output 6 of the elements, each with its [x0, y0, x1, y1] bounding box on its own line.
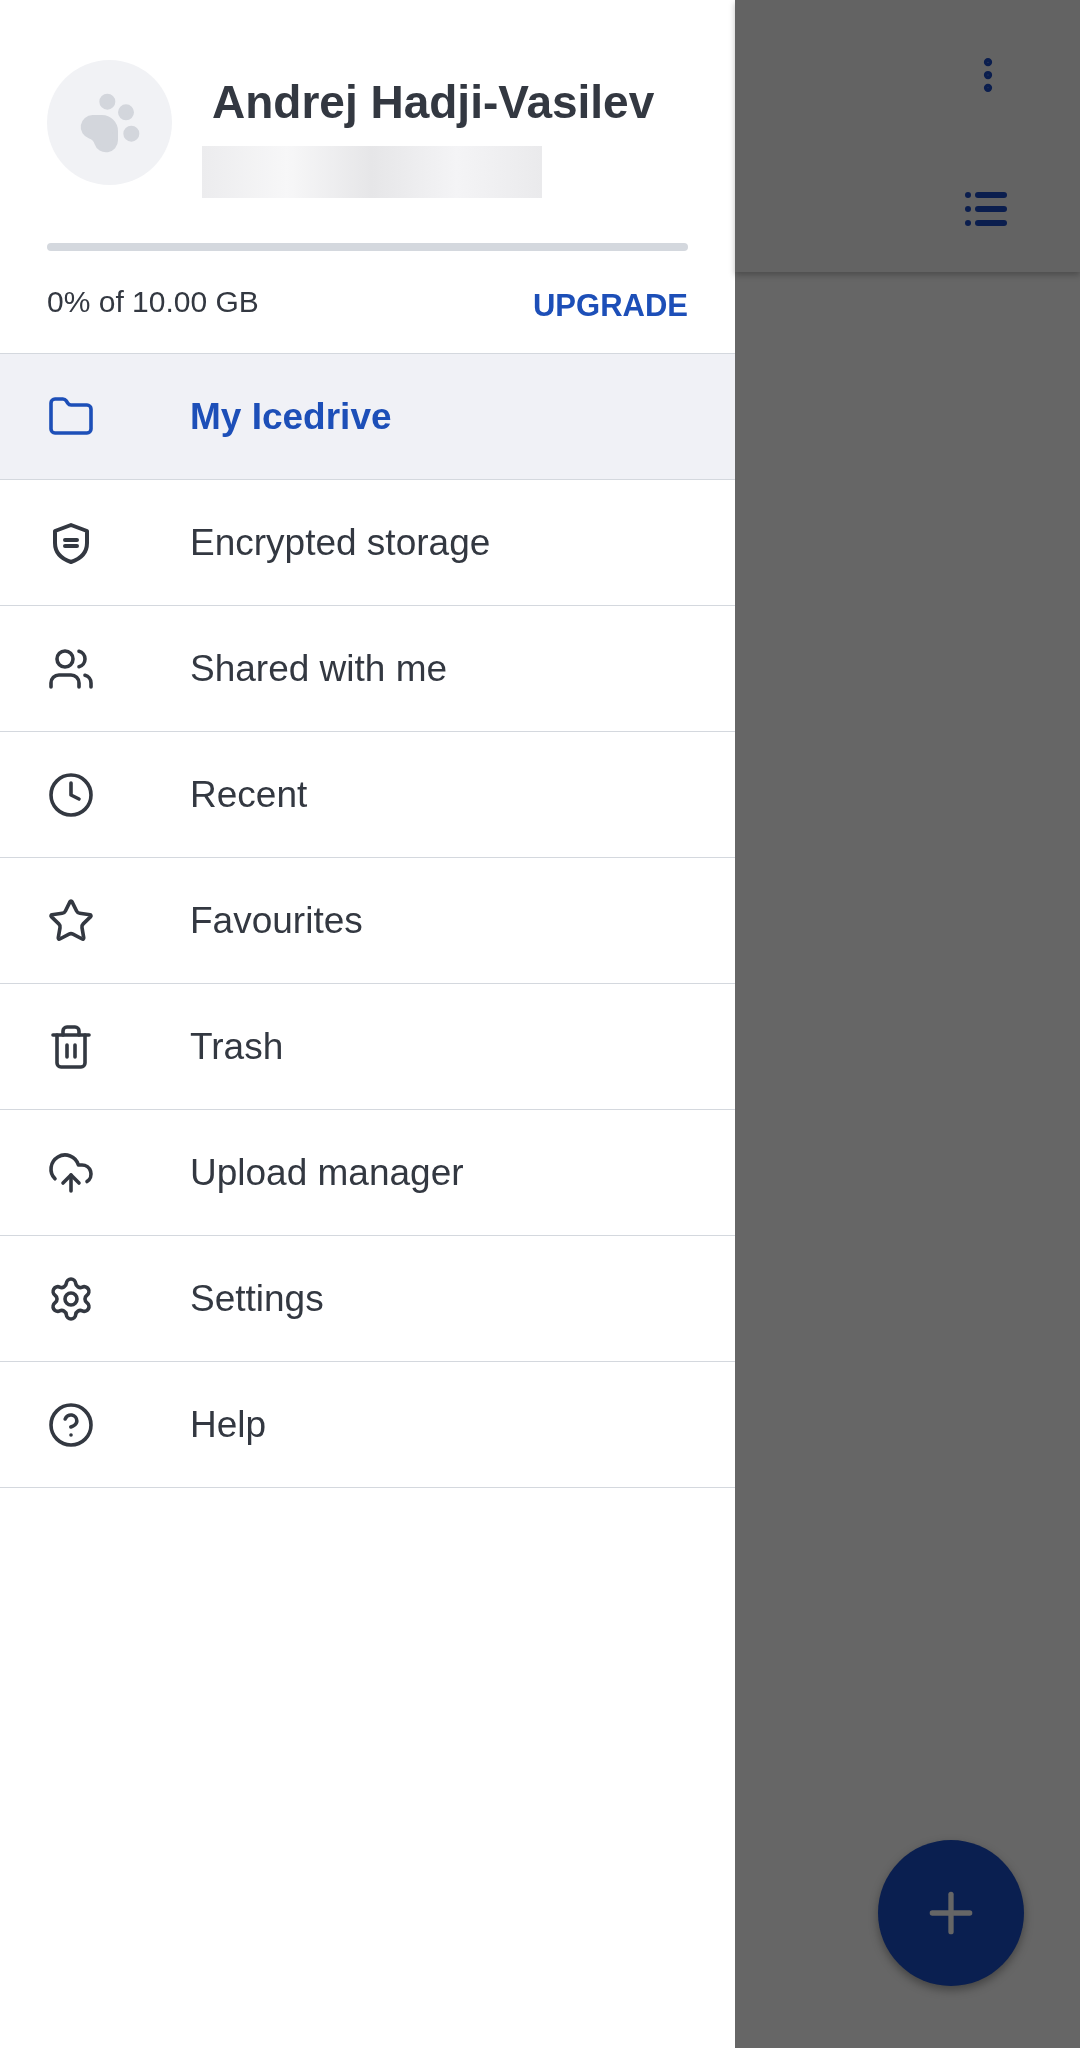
menu-item[interactable]: My Icedrive [0, 354, 735, 480]
upgrade-link[interactable]: UPGRADE [533, 282, 688, 329]
storage-usage: 0% of 10.00 GB [47, 284, 259, 321]
clock-icon [47, 770, 95, 819]
help-icon [47, 1400, 95, 1449]
user-name: Andrej Hadji-Vasilev [212, 75, 655, 130]
